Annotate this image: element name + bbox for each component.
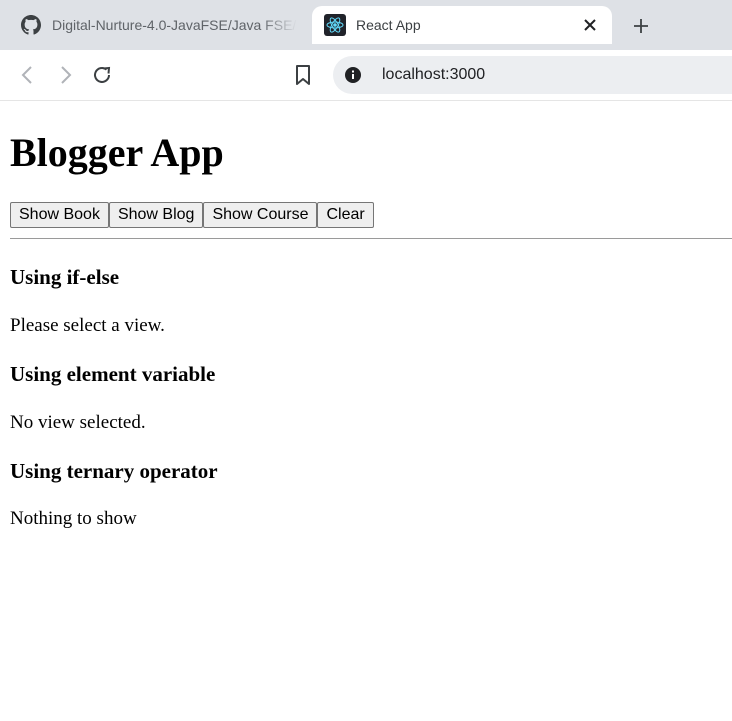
show-course-button[interactable]: Show Course [203,202,318,228]
back-icon[interactable] [16,63,40,87]
section-heading-element-variable: Using element variable [10,362,216,386]
tab-strip: Digital-Nurture-4.0-JavaFSE/Java FSE/ Re… [0,0,732,50]
page-title: Blogger App [10,130,224,175]
new-tab-icon[interactable] [629,14,653,38]
section-text-ternary: Nothing to show [10,508,137,529]
browser-toolbar: localhost:3000 [0,50,732,101]
github-icon [20,14,42,36]
section-text-element-variable: No view selected. [10,412,146,433]
site-info-icon[interactable] [344,66,362,84]
tab-react-app[interactable]: React App [312,6,612,44]
react-icon [324,14,346,36]
tab-title: Digital-Nurture-4.0-JavaFSE/Java FSE/ [52,17,297,33]
tab-github[interactable]: Digital-Nurture-4.0-JavaFSE/Java FSE/ [8,6,298,44]
section-text-if-else: Please select a view. [10,315,165,336]
show-book-button[interactable]: Show Book [10,202,109,228]
page-content: Blogger App Show Book Show Blog Show Cou… [0,101,732,721]
divider [10,238,732,239]
forward-icon[interactable] [53,63,77,87]
bookmark-icon[interactable] [291,63,315,87]
close-icon[interactable] [580,15,600,35]
show-blog-button[interactable]: Show Blog [108,202,204,228]
reload-icon[interactable] [90,63,114,87]
address-bar[interactable]: localhost:3000 [333,56,732,94]
section-heading-ternary: Using ternary operator [10,459,218,483]
url-text: localhost:3000 [382,66,486,83]
tab-title: React App [356,17,421,33]
section-heading-if-else: Using if-else [10,265,120,289]
view-button-group: Show Book Show Blog Show Course Clear [10,202,374,228]
clear-button[interactable]: Clear [317,202,374,228]
